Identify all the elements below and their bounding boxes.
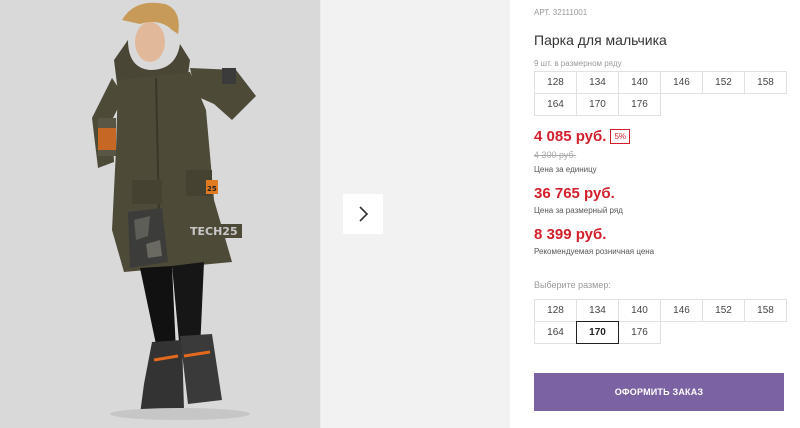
old-price: 4 300 руб. xyxy=(534,150,577,160)
place-order-button[interactable]: ОФОРМИТЬ ЗАКАЗ xyxy=(534,373,784,411)
parka-badge-text: 25 xyxy=(207,185,217,193)
size-option-158[interactable]: 158 xyxy=(744,299,787,322)
pack-sizes-grid: 128 134 140 146 152 158 164 170 176 xyxy=(534,71,787,116)
chevron-right-icon xyxy=(359,206,369,222)
size-option-146[interactable]: 146 xyxy=(660,299,703,322)
product-title: Парка для мальчика xyxy=(534,32,667,48)
pack-size-cell: 152 xyxy=(702,71,745,94)
size-option-170[interactable]: 170 xyxy=(576,321,619,344)
pack-size-label: 9 шт. в размерном ряду xyxy=(534,59,622,68)
pack-size-cell: 140 xyxy=(618,71,661,94)
size-option-152[interactable]: 152 xyxy=(702,299,745,322)
size-option-134[interactable]: 134 xyxy=(576,299,619,322)
size-option-140[interactable]: 140 xyxy=(618,299,661,322)
size-option-164[interactable]: 164 xyxy=(534,321,577,344)
retail-price-note: Рекомендуемая розничная цена xyxy=(534,247,655,256)
pack-size-cell: 134 xyxy=(576,71,619,94)
gallery-next-button[interactable] xyxy=(343,194,383,234)
product-photo[interactable]: TECH25 25 xyxy=(0,0,320,428)
discount-badge: 5% xyxy=(610,129,631,144)
pack-size-cell: 146 xyxy=(660,71,703,94)
product-gallery: TECH25 25 xyxy=(0,0,510,428)
retail-price: 8 399 руб. xyxy=(534,226,607,243)
pack-size-cell: 164 xyxy=(534,93,577,116)
product-details: АРТ. 32111001 Парка для мальчика 9 шт. в… xyxy=(510,0,800,428)
unit-price: 4 085 руб. xyxy=(534,128,607,145)
pack-price-note: Цена за размерный ряд xyxy=(534,206,623,215)
pack-size-cell: 176 xyxy=(618,93,661,116)
pack-price: 36 765 руб. xyxy=(534,185,615,202)
pack-size-cell: 128 xyxy=(534,71,577,94)
choose-size-label: Выберите размер: xyxy=(534,280,611,290)
unit-price-row: 4 085 руб. 5% xyxy=(534,128,631,145)
pack-size-cell: 170 xyxy=(576,93,619,116)
unit-price-note: Цена за единицу xyxy=(534,165,597,174)
parka-patch-text: TECH25 xyxy=(190,225,238,238)
size-picker-grid: 128 134 140 146 152 158 164 170 176 xyxy=(534,299,787,344)
product-sku: АРТ. 32111001 xyxy=(534,8,588,17)
size-option-128[interactable]: 128 xyxy=(534,299,577,322)
pack-size-cell: 158 xyxy=(744,71,787,94)
parka-illustration: TECH25 25 xyxy=(0,0,320,428)
size-option-176[interactable]: 176 xyxy=(618,321,661,344)
